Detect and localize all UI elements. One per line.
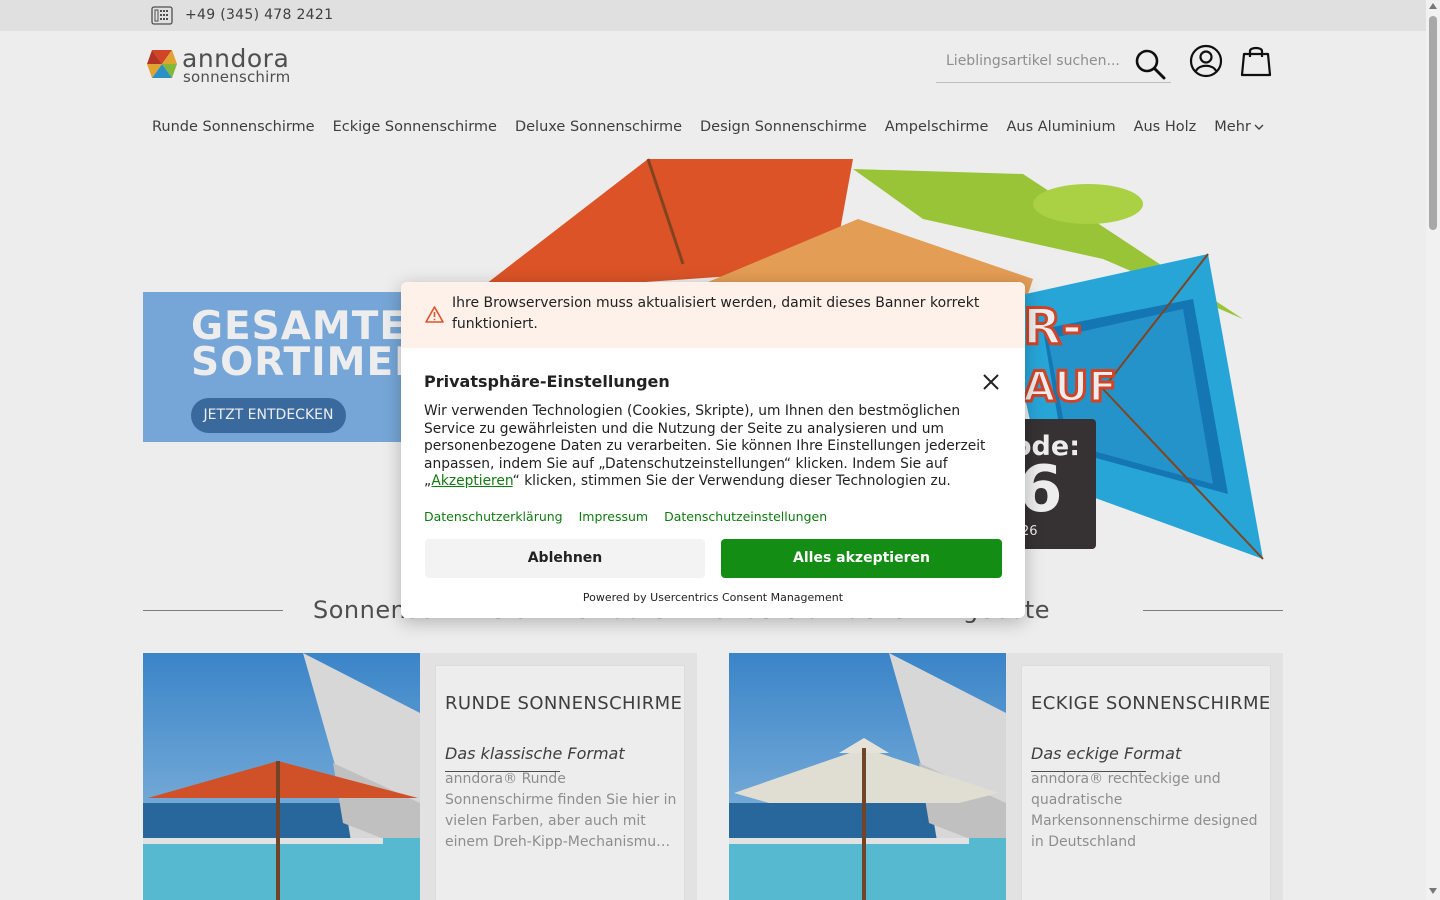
consent-links: Datenschutzerklärung Impressum Datenschu… bbox=[424, 509, 827, 524]
scroll-down-arrow-icon[interactable] bbox=[1429, 888, 1437, 894]
close-icon[interactable] bbox=[981, 372, 1001, 392]
powered-by-text: Powered by Usercentrics Consent Manageme… bbox=[582, 591, 844, 604]
imprint-link[interactable]: Impressum bbox=[579, 509, 648, 524]
privacy-policy-link[interactable]: Datenschutzerklärung bbox=[424, 509, 563, 524]
consent-body-text-2: “ klicken, stimmen Sie der Verwendung di… bbox=[512, 473, 951, 489]
scroll-up-arrow-icon[interactable] bbox=[1429, 3, 1437, 9]
accept-inline-link[interactable]: Akzeptieren bbox=[431, 473, 512, 489]
consent-title: Privatsphäre-Einstellungen bbox=[424, 372, 670, 391]
browser-warning-text: Ihre Browserversion muss aktualisiert we… bbox=[452, 295, 980, 332]
warning-icon bbox=[425, 306, 444, 323]
privacy-settings-link[interactable]: Datenschutzeinstellungen bbox=[664, 509, 827, 524]
accept-all-button[interactable]: Alles akzeptieren bbox=[721, 539, 1002, 578]
browser-warning: Ihre Browserversion muss aktualisiert we… bbox=[401, 282, 1025, 348]
decline-button[interactable]: Ablehnen bbox=[425, 539, 705, 578]
scrollbar-thumb[interactable] bbox=[1429, 16, 1437, 230]
consent-dialog: Ihre Browserversion muss aktualisiert we… bbox=[401, 282, 1025, 618]
consent-body: Wir verwenden Technologien (Cookies, Skr… bbox=[424, 403, 1009, 491]
page-scrollbar[interactable] bbox=[1426, 0, 1440, 900]
